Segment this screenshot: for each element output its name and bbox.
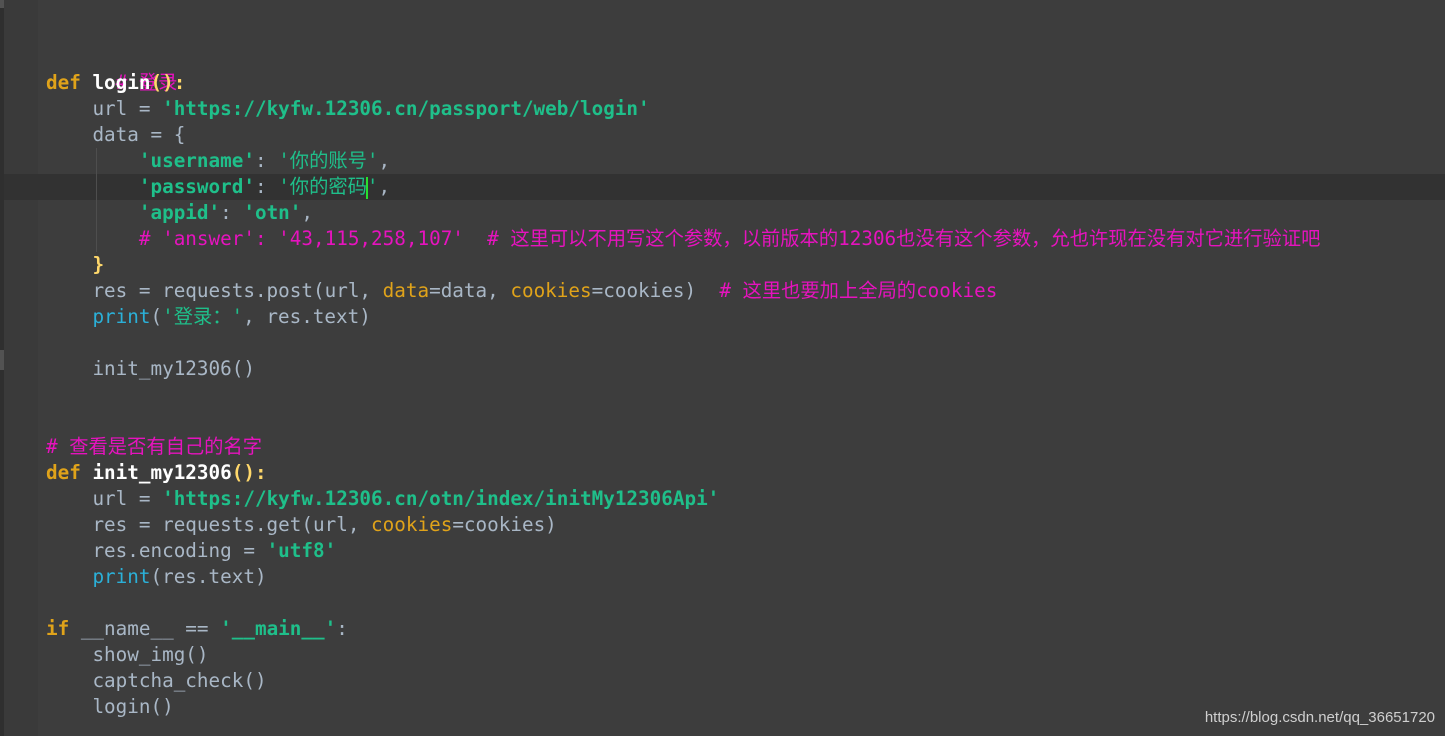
code-text: : xyxy=(220,201,244,224)
dict-key: 'password' xyxy=(138,175,255,198)
string-literal: 'utf8' xyxy=(266,539,337,562)
code-text: captcha_check() xyxy=(92,669,267,692)
code-text: res = requests.post(url, xyxy=(92,279,383,302)
comment: # 查看是否有自己的名字 xyxy=(46,435,263,458)
code-line[interactable]: } xyxy=(46,252,104,278)
string-literal: 'https://kyfw.12306.cn/passport/web/logi… xyxy=(162,97,650,120)
code-text: __name__ == xyxy=(69,617,221,640)
code-text: : xyxy=(254,175,279,198)
code-line[interactable]: # 登录 xyxy=(46,44,178,94)
code-line[interactable]: login() xyxy=(46,694,174,720)
code-text: res.encoding = xyxy=(92,539,267,562)
code-line[interactable]: init_my12306() xyxy=(46,356,255,382)
keyword-argument: cookies xyxy=(371,513,453,536)
code-line[interactable]: 'username': '你的账号', xyxy=(46,148,390,174)
code-text: : xyxy=(336,617,348,640)
code-line[interactable]: url = 'https://kyfw.12306.cn/passport/we… xyxy=(46,96,650,122)
code-text: =cookies) xyxy=(591,279,720,302)
code-line[interactable]: 'appid': 'otn', xyxy=(46,200,313,226)
comment: # 这里也要加上全局的cookies xyxy=(719,279,998,302)
punctuation: } xyxy=(92,253,105,276)
code-line[interactable]: res = requests.get(url, cookies=cookies) xyxy=(46,512,557,538)
code-text: =data, xyxy=(429,279,511,302)
code-text: show_img() xyxy=(92,643,209,666)
punctuation: (): xyxy=(150,71,186,94)
code-text: , xyxy=(378,149,391,172)
code-line[interactable]: res = requests.post(url, data=data, cook… xyxy=(46,278,997,304)
string-literal: '你的账号' xyxy=(278,149,379,172)
code-line[interactable]: captcha_check() xyxy=(46,668,267,694)
code-line[interactable]: if __name__ == '__main__': xyxy=(46,616,348,642)
builtin-function: print xyxy=(92,305,151,328)
function-name: login xyxy=(92,71,151,94)
code-line[interactable]: show_img() xyxy=(46,642,209,668)
string-literal: 'https://kyfw.12306.cn/otn/index/initMy1… xyxy=(162,487,720,510)
code-text: ( xyxy=(150,305,163,328)
code-text: : xyxy=(254,149,279,172)
code-text: (res.text) xyxy=(150,565,267,588)
builtin-function: print xyxy=(92,565,151,588)
code-line[interactable]: print('登录：', res.text) xyxy=(46,304,371,330)
code-line[interactable]: data = { xyxy=(46,122,185,148)
code-line[interactable]: def login(): xyxy=(46,70,185,96)
comment: # 'answer': '43,115,258,107' # 这里可以不用写这个… xyxy=(138,227,1321,250)
code-text: =cookies) xyxy=(452,513,557,536)
function-name: init_my12306 xyxy=(92,461,232,484)
keyword-argument: cookies xyxy=(510,279,592,302)
dict-key: 'username' xyxy=(138,149,255,172)
code-line[interactable]: print(res.text) xyxy=(46,564,267,590)
code-text: , xyxy=(378,175,391,198)
code-line[interactable]: res.encoding = 'utf8' xyxy=(46,538,336,564)
code-line[interactable]: 'password': '你的密码', xyxy=(46,174,390,200)
code-text: url = xyxy=(92,97,163,120)
code-text: res = requests.get(url, xyxy=(92,513,372,536)
code-text: url = xyxy=(92,487,163,510)
code-line[interactable]: url = 'https://kyfw.12306.cn/otn/index/i… xyxy=(46,486,719,512)
string-literal: ' xyxy=(366,175,379,198)
code-editor[interactable]: # 登录 def login(): url = 'https://kyfw.12… xyxy=(0,0,1445,736)
code-line[interactable]: # 查看是否有自己的名字 xyxy=(46,434,262,460)
code-text: login() xyxy=(92,695,174,718)
keyword: def xyxy=(46,71,81,94)
code-text: data = { xyxy=(92,123,186,146)
watermark: https://blog.csdn.net/qq_36651720 xyxy=(1204,709,1435,726)
string-literal: 'otn' xyxy=(243,201,302,224)
fold-gutter[interactable] xyxy=(4,0,38,736)
string-literal: '你的密码 xyxy=(278,175,367,198)
string-literal: '登录：' xyxy=(162,305,244,328)
dict-key: 'appid' xyxy=(138,201,221,224)
code-line[interactable]: # 'answer': '43,115,258,107' # 这里可以不用写这个… xyxy=(46,226,1320,252)
punctuation: (): xyxy=(231,461,267,484)
code-text: , res.text) xyxy=(243,305,371,328)
string-literal: '__main__' xyxy=(220,617,337,640)
keyword: if xyxy=(46,617,70,640)
code-text: , xyxy=(301,201,314,224)
keyword: def xyxy=(46,461,81,484)
keyword-argument: data xyxy=(382,279,430,302)
code-line[interactable]: def init_my12306(): xyxy=(46,460,267,486)
code-text: init_my12306() xyxy=(92,357,255,380)
